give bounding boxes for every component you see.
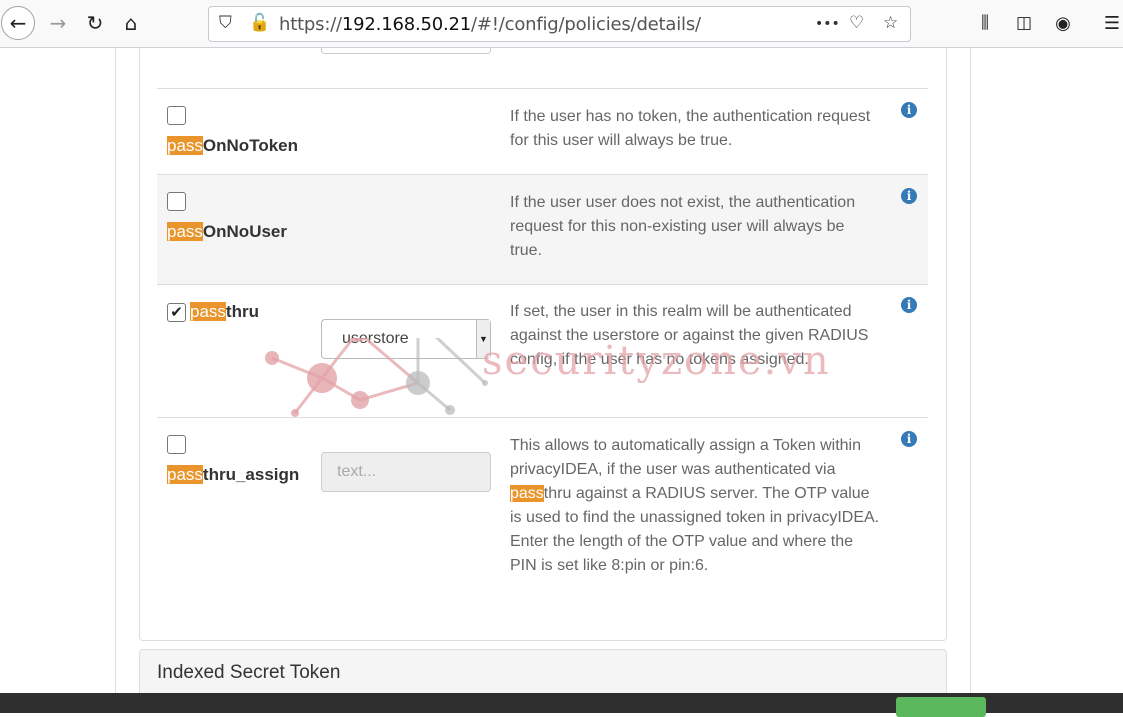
forward-arrow-icon[interactable]: → — [41, 6, 75, 40]
url-text[interactable]: https://192.168.50.21/#!/config/policies… — [279, 14, 701, 35]
section-heading-label: Indexed Secret Token — [157, 662, 341, 683]
sidebar-icon[interactable]: ◫ — [1007, 6, 1041, 40]
page-actions-menu-icon[interactable]: ••• — [815, 16, 840, 32]
bookmark-star-icon[interactable]: ☆ — [883, 13, 898, 33]
info-icon[interactable]: i — [901, 297, 917, 313]
description-part: thru against a RADIUS server. The OTP va… — [510, 485, 880, 574]
search-highlight: pass — [167, 465, 203, 484]
policy-name: passthru_assign — [167, 465, 299, 485]
policy-row-passthru: ✔ passthru userstore ▼ If set, the user … — [157, 284, 928, 417]
passthru-assign-text-field[interactable] — [322, 453, 490, 491]
info-icon[interactable]: i — [901, 431, 917, 447]
home-icon[interactable]: ⌂ — [114, 6, 148, 40]
policy-description: If set, the user in this realm will be a… — [510, 303, 869, 368]
policy-name: passOnNoUser — [167, 222, 287, 242]
tracking-shield-icon[interactable]: ⛉ — [219, 13, 232, 33]
passthru-assign-checkbox[interactable] — [167, 435, 186, 454]
info-icon[interactable]: i — [901, 102, 917, 118]
column-divider-left — [115, 48, 116, 693]
search-highlight: pass — [167, 222, 203, 241]
browser-toolbar: ← → ↻ ⌂ ⛉ 🔓 https://192.168.50.21/#!/con… — [0, 0, 1123, 48]
passonnouser-checkbox[interactable] — [167, 192, 186, 211]
policy-name-rest: OnNoToken — [202, 136, 298, 155]
policy-name-rest: thru_assign — [202, 465, 300, 484]
previous-select-field[interactable] — [321, 48, 491, 54]
info-icon[interactable]: i — [901, 188, 917, 204]
account-icon[interactable]: ◉ — [1046, 6, 1080, 40]
policy-description: If the user user does not exist, the aut… — [510, 194, 856, 259]
bottom-bar — [0, 693, 1123, 717]
reload-icon[interactable]: ↻ — [78, 6, 112, 40]
policy-row-passonnouser: passOnNoUser If the user user does not e… — [157, 174, 928, 284]
column-divider-right — [970, 48, 971, 693]
insecure-lock-icon[interactable]: 🔓 — [249, 13, 270, 33]
url-host: 192.168.50.21 — [341, 14, 472, 35]
policy-description: This allows to automatically assign a To… — [510, 434, 880, 578]
save-button-partial[interactable] — [896, 697, 986, 717]
url-path: /#!/config/policies/details/ — [471, 14, 701, 35]
section-heading-indexed-secret-token[interactable]: Indexed Secret Token — [139, 649, 947, 693]
dropdown-arrow-icon[interactable]: ▼ — [476, 320, 490, 358]
select-value: userstore — [342, 330, 409, 347]
passonnotoken-checkbox[interactable] — [167, 106, 186, 125]
policy-name-rest: thru — [225, 302, 259, 321]
passthru-assign-input[interactable] — [321, 452, 491, 492]
back-arrow-icon[interactable]: ← — [1, 6, 35, 40]
hamburger-menu-icon[interactable]: ☰ — [1095, 6, 1123, 40]
policy-name: passOnNoToken — [167, 136, 298, 156]
search-highlight: pass — [510, 485, 544, 502]
url-prefix: https:// — [279, 14, 342, 35]
policy-description: If the user has no token, the authentica… — [510, 108, 871, 149]
policy-row-passthru-assign: passthru_assign This allows to automatic… — [157, 417, 928, 617]
policy-name-rest: OnNoUser — [202, 222, 287, 241]
search-highlight: pass — [190, 302, 226, 321]
passthru-checkbox[interactable]: ✔ — [167, 303, 186, 322]
library-icon[interactable]: ⫼ — [968, 6, 1002, 40]
policy-name: passthru — [190, 302, 259, 322]
description-part: This allows to automatically assign a To… — [510, 437, 861, 478]
url-bar[interactable]: ⛉ 🔓 https://192.168.50.21/#!/config/poli… — [208, 6, 911, 42]
passthru-select[interactable]: userstore ▼ — [321, 319, 491, 359]
policy-row-passonnotoken: passOnNoToken If the user has no token, … — [157, 88, 928, 174]
pocket-icon[interactable]: ♡ — [849, 13, 864, 33]
search-highlight: pass — [167, 136, 203, 155]
page-content: passOnNoToken If the user has no token, … — [0, 48, 1123, 693]
